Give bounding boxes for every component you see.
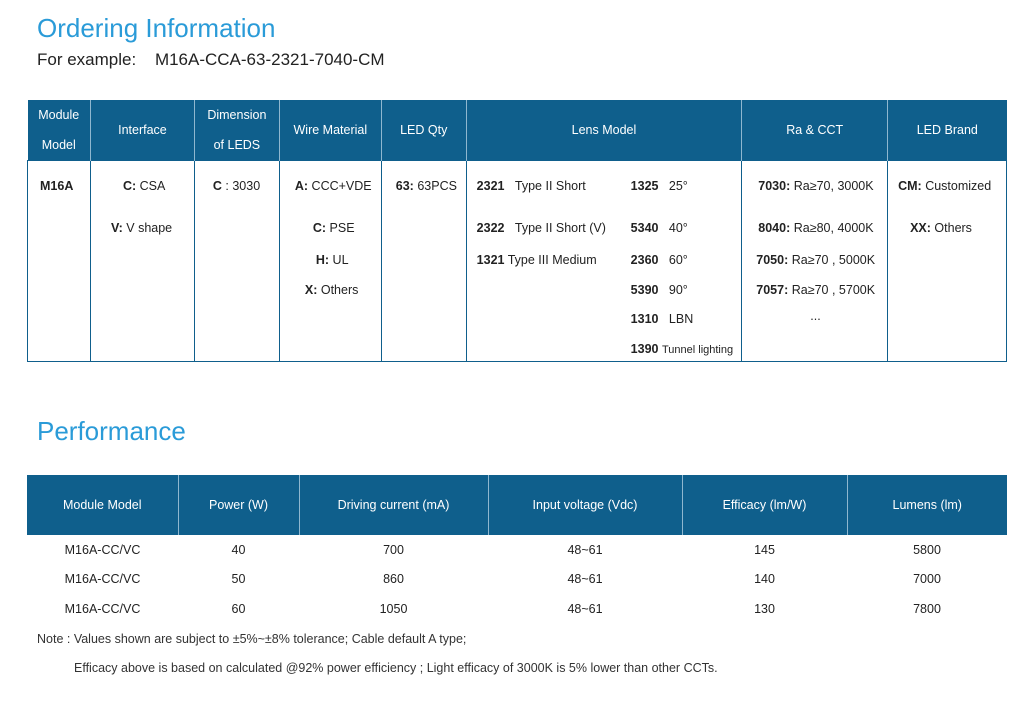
option-item: 1390 Tunnel lighting (630, 342, 734, 356)
table-cell: 140 (754, 572, 775, 587)
ordering-title: Ordering Information (37, 13, 276, 43)
table-cell: M16A-CC/VC (64, 601, 141, 616)
cell-module-model: M16A (27, 160, 91, 362)
ordering-options-row: M16A C: CSA V: V shape C : 3030 A: CCC+V… (27, 160, 1007, 362)
table-header: Driving current (mA) (298, 475, 488, 535)
option-item: 1325 25° (630, 179, 688, 193)
option-item: 2321 Type II Short (476, 179, 586, 193)
table-cell: 7800 (913, 601, 941, 616)
header-interface: Interface (89, 100, 195, 161)
cell-led-qty: 63: 63PCS (380, 160, 467, 362)
option-item: 7057: Ra≥70 , 5700K (756, 283, 876, 297)
table-row: M16A-CC/VC 60 1050 48~61 130 7800 (27, 594, 1007, 624)
cell-led-brand: CM: Customized XX: Others (887, 160, 1007, 362)
option-item: 5340 40° (630, 221, 688, 235)
option-item: 1310 LBN (630, 312, 694, 326)
cell-interface: C: CSA V: V shape (89, 160, 195, 362)
table-cell: 860 (383, 572, 404, 587)
table-header: Input voltage (Vdc) (487, 475, 682, 535)
header-led-brand: LED Brand (887, 100, 1007, 161)
table-cell: 48~61 (567, 601, 603, 616)
option-item: 63: 63PCS (395, 179, 457, 193)
option-item: XX: Others (910, 221, 972, 235)
option-item: A: CCC+VDE (294, 179, 372, 193)
option-item: ... (810, 309, 821, 323)
table-cell: M16A-CC/VC (64, 572, 141, 587)
option-item: 1321 Type III Medium (476, 253, 597, 267)
table-row: M16A-CC/VC 50 860 48~61 140 7000 (27, 565, 1007, 595)
option-item: C : 3030 (212, 179, 261, 193)
table-cell: 48~61 (567, 572, 603, 587)
example-label: For example: (37, 50, 137, 69)
table-cell: 145 (754, 542, 775, 557)
option-item: 2322 Type II Short (V) (476, 221, 606, 235)
table-header: Module Model (27, 475, 178, 535)
performance-table: Module Model Power (W) Driving current (… (27, 475, 1007, 624)
option-item: X: Others (304, 283, 359, 297)
option-item: 2360 60° (630, 253, 688, 267)
header-lens-model: Lens Model (465, 100, 742, 161)
example-line: For example: M16A-CCA-63-2321-7040-CM (37, 50, 385, 70)
table-cell: 700 (383, 542, 404, 557)
option-item: H: UL (315, 253, 349, 267)
header-led-qty: LED Qty (380, 100, 467, 161)
table-cell: 130 (754, 601, 775, 616)
header-ra-cct: Ra & CCT (741, 100, 888, 161)
table-cell: 5800 (913, 542, 941, 557)
option-item: V: V shape (110, 221, 173, 235)
option-item: 7030: Ra≥70, 3000K (758, 179, 874, 193)
example-code: M16A-CCA-63-2321-7040-CM (154, 50, 385, 69)
table-cell: 40 (231, 542, 246, 557)
table-cell: 1050 (379, 601, 408, 616)
table-header: Lumens (lm) (846, 475, 1007, 535)
note-line-2: Efficacy above is based on calculated @9… (74, 661, 718, 675)
option-item: C: PSE (312, 221, 355, 235)
option-item: 8040: Ra≥80, 4000K (758, 221, 874, 235)
header-dimension: Dimension of LEDS (193, 100, 280, 161)
performance-header-row: Module Model Power (W) Driving current (… (27, 475, 1007, 535)
table-header: Efficacy (lm/W) (681, 475, 847, 535)
table-header: Power (W) (177, 475, 299, 535)
cell-lens-model: 2321 Type II Short 2322 Type II Short (V… (465, 160, 743, 362)
ordering-table: Module Model Interface Dimension of LEDS W… (27, 100, 1007, 362)
table-cell: 7000 (913, 572, 941, 587)
option-item: 7050: Ra≥70 , 5000K (756, 253, 876, 267)
table-row: M16A-CC/VC 40 700 48~61 145 5800 (27, 535, 1007, 565)
performance-title: Performance (37, 416, 186, 446)
cell-dimension: C : 3030 (193, 160, 280, 362)
table-cell: 60 (231, 601, 246, 616)
table-cell: 50 (231, 572, 246, 587)
option-item: C: CSA (122, 179, 166, 193)
option-item: 5390 90° (630, 283, 688, 297)
table-cell: 48~61 (567, 542, 603, 557)
table-cell: M16A-CC/VC (64, 542, 141, 557)
note-line-1: Note : Values shown are subject to ±5%~±… (37, 632, 467, 646)
module-code: M16A (40, 179, 74, 193)
cell-wire: A: CCC+VDE C: PSE H: UL X: Others (278, 160, 382, 362)
header-wire-material: Wire Material (278, 100, 382, 161)
option-item: CM: Customized (898, 179, 992, 193)
header-module-model: Module Model (27, 100, 91, 161)
cell-ra-cct: 7030: Ra≥70, 3000K 8040: Ra≥80, 4000K 70… (741, 160, 889, 362)
ordering-header-row: Module Model Interface Dimension of LEDS W… (27, 100, 1007, 161)
